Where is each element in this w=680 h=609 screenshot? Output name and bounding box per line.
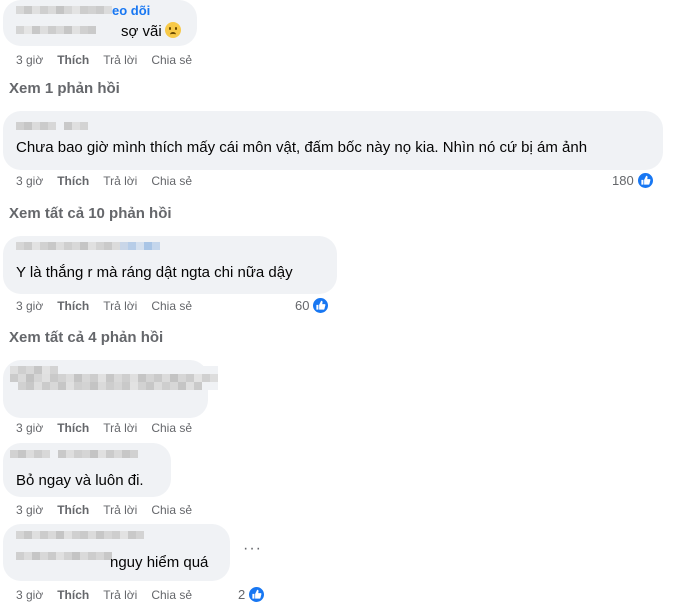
like-button[interactable]: Thích — [57, 299, 89, 313]
like-reaction-icon — [635, 171, 655, 190]
view-replies-link[interactable]: Xem tất cả 10 phản hồi — [9, 205, 172, 222]
blurred-author-name — [16, 122, 88, 130]
view-replies-link[interactable]: Xem 1 phản hồi — [9, 80, 120, 97]
reply-button[interactable]: Trả lời — [103, 503, 137, 517]
like-count: 2 — [238, 587, 246, 602]
blurred-comment-text — [16, 552, 112, 560]
reaction-count[interactable]: 180 — [612, 171, 655, 190]
share-button[interactable]: Chia sẻ — [151, 588, 192, 602]
blurred-comment-content — [10, 366, 218, 390]
blurred-author-name — [16, 242, 208, 250]
share-button[interactable]: Chia sẻ — [151, 421, 192, 435]
share-button[interactable]: Chia sẻ — [151, 53, 192, 67]
timestamp[interactable]: 3 giờ — [16, 299, 43, 313]
like-count: 180 — [612, 173, 634, 188]
comment-actions: 3 giờ Thích Trả lời Chia sẻ — [16, 53, 206, 67]
share-button[interactable]: Chia sẻ — [151, 503, 192, 517]
comment-text: Chưa bao giờ mình thích mấy cái môn vật,… — [16, 139, 588, 156]
more-options-icon[interactable]: ··· — [243, 540, 262, 558]
timestamp[interactable]: 3 giờ — [16, 174, 43, 188]
comment-text: nguy hiểm quá — [110, 554, 209, 571]
share-button[interactable]: Chia sẻ — [151, 299, 192, 313]
like-button[interactable]: Thích — [57, 503, 89, 517]
reaction-count[interactable]: 60 — [295, 296, 331, 315]
like-button[interactable]: Thích — [57, 174, 89, 188]
like-button[interactable]: Thích — [57, 421, 89, 435]
like-count: 60 — [295, 298, 310, 313]
timestamp[interactable]: 3 giờ — [16, 421, 43, 435]
comment-text: Bỏ ngay và luôn đi. — [16, 472, 144, 489]
blurred-author-name — [16, 6, 112, 14]
follow-link[interactable]: eo dõi — [112, 3, 150, 18]
blurred-author-name — [10, 450, 170, 458]
like-reaction-icon — [247, 585, 267, 604]
reply-button[interactable]: Trả lời — [103, 299, 137, 313]
reply-button[interactable]: Trả lời — [103, 53, 137, 67]
blurred-author-name — [16, 531, 152, 539]
like-reaction-icon — [311, 296, 331, 315]
comment-actions: 3 giờ Thích Trả lời Chia sẻ — [16, 588, 206, 602]
timestamp[interactable]: 3 giờ — [16, 588, 43, 602]
comment-actions: 3 giờ Thích Trả lời Chia sẻ — [16, 503, 206, 517]
timestamp[interactable]: 3 giờ — [16, 53, 43, 67]
comment-actions: 3 giờ Thích Trả lời Chia sẻ — [16, 174, 206, 188]
worried-face-emoji — [164, 22, 181, 38]
reply-button[interactable]: Trả lời — [103, 421, 137, 435]
blurred-comment-text — [16, 26, 96, 34]
reply-button[interactable]: Trả lời — [103, 588, 137, 602]
comment-text: Y là thắng r mà ráng dật ngta chi nữa dậ… — [16, 264, 293, 281]
comment-text: sợ vãi — [121, 22, 181, 40]
reaction-count[interactable]: 2 — [238, 585, 267, 604]
timestamp[interactable]: 3 giờ — [16, 503, 43, 517]
comment-actions: 3 giờ Thích Trả lời Chia sẻ — [16, 421, 206, 435]
view-replies-link[interactable]: Xem tất cả 4 phản hồi — [9, 329, 163, 346]
reply-button[interactable]: Trả lời — [103, 174, 137, 188]
share-button[interactable]: Chia sẻ — [151, 174, 192, 188]
like-button[interactable]: Thích — [57, 53, 89, 67]
comment-actions: 3 giờ Thích Trả lời Chia sẻ — [16, 299, 206, 313]
like-button[interactable]: Thích — [57, 588, 89, 602]
